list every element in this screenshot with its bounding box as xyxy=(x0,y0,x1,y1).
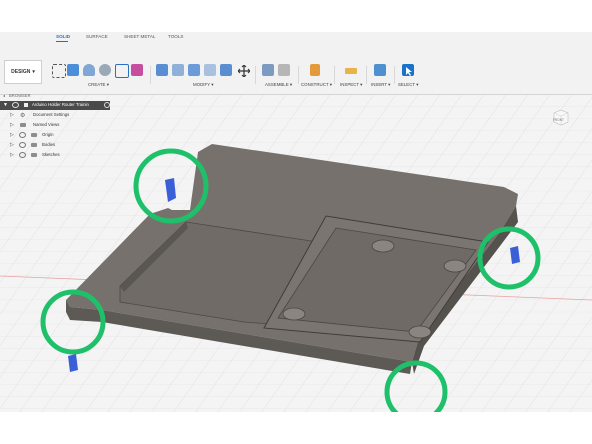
browser-item-named-views[interactable]: ▷ Named Views xyxy=(0,121,118,130)
construct-group-label[interactable]: CONSTRUCT ▾ xyxy=(301,82,332,88)
align-icon[interactable] xyxy=(220,64,232,76)
active-tab-indicator xyxy=(56,41,68,42)
expand-arrow-icon[interactable]: ▷ xyxy=(10,112,14,118)
workspace-label: DESIGN xyxy=(11,69,31,75)
divider xyxy=(255,66,256,84)
offset-plane-icon[interactable] xyxy=(310,64,320,76)
activate-radio-icon[interactable] xyxy=(104,102,110,108)
divider xyxy=(298,66,299,84)
folder-icon xyxy=(20,123,26,127)
divider xyxy=(334,66,335,84)
fillet-icon[interactable] xyxy=(172,64,184,76)
collapse-icon[interactable]: ◂ xyxy=(3,93,5,98)
browser-item-label: Document Settings xyxy=(33,112,70,117)
viewcube[interactable]: FRONT xyxy=(551,107,571,127)
expand-arrow-icon[interactable]: ▷ xyxy=(10,122,14,128)
shell-icon[interactable] xyxy=(204,64,216,76)
chamfer-icon[interactable] xyxy=(188,64,200,76)
peg-bottom-right xyxy=(408,325,432,339)
tab-sheet-metal[interactable]: SHEET METAL xyxy=(124,34,155,39)
new-component-icon[interactable] xyxy=(52,64,66,78)
select-group-label[interactable]: SELECT ▾ xyxy=(398,82,418,88)
expand-arrow-icon[interactable]: ▷ xyxy=(10,132,14,138)
joint-icon[interactable] xyxy=(262,64,274,76)
browser-item-label: Sketches xyxy=(42,152,60,157)
revolve-icon[interactable] xyxy=(99,64,111,76)
as-built-joint-icon[interactable] xyxy=(278,64,290,76)
peg-top-right xyxy=(443,259,467,273)
folder-icon xyxy=(31,143,37,147)
viewcube-face-label: FRONT xyxy=(553,118,564,122)
sketch-icon[interactable] xyxy=(67,64,79,76)
bottom-white-band xyxy=(0,412,592,444)
fusion-app-window: DESIGN ▾ SOLID SURFACE SHEET METAL TOOLS… xyxy=(0,32,592,412)
divider xyxy=(150,66,151,84)
visibility-eye-icon[interactable] xyxy=(19,152,26,158)
browser-item-label: Bodies xyxy=(42,142,56,147)
browser-header[interactable]: ◂ BROWSER xyxy=(0,92,118,100)
browser-item-label: Origin xyxy=(42,132,54,137)
inspect-group-label[interactable]: INSPECT ▾ xyxy=(340,82,362,88)
measure-icon[interactable] xyxy=(345,68,357,74)
create-group-label[interactable]: CREATE ▾ xyxy=(88,82,109,88)
browser-item-origin[interactable]: ▷ Origin xyxy=(0,131,118,140)
browser-root[interactable]: ▼ Arduino Holder Router Trainin xyxy=(0,101,110,110)
browser-item-document-settings[interactable]: ▷ ⚙ Document Settings xyxy=(0,111,118,120)
insert-image-icon[interactable] xyxy=(374,64,386,76)
divider xyxy=(394,66,395,84)
sweep-icon[interactable] xyxy=(115,64,129,78)
document-icon xyxy=(24,103,28,107)
assemble-group-label[interactable]: ASSEMBLE ▾ xyxy=(265,82,292,88)
gear-icon: ⚙ xyxy=(20,113,26,119)
chevron-down-icon: ▾ xyxy=(32,69,35,75)
visibility-eye-icon[interactable] xyxy=(19,132,26,138)
visibility-eye-icon[interactable] xyxy=(19,142,26,148)
expand-arrow-icon[interactable]: ▼ xyxy=(3,102,8,108)
browser-item-sketches[interactable]: ▷ Sketches xyxy=(0,151,118,160)
modify-group-label[interactable]: MODIFY ▾ xyxy=(193,82,213,88)
tab-solid[interactable]: SOLID xyxy=(56,34,70,39)
browser-item-label: Named Views xyxy=(33,122,60,127)
expand-arrow-icon[interactable]: ▷ xyxy=(10,152,14,158)
select-arrow-icon[interactable] xyxy=(402,64,414,76)
divider xyxy=(366,66,367,84)
peg-bottom-left xyxy=(282,307,306,321)
peg-top-left xyxy=(371,239,395,253)
browser-item-bodies[interactable]: ▷ Bodies xyxy=(0,141,118,150)
folder-icon xyxy=(31,153,37,157)
press-pull-icon[interactable] xyxy=(156,64,168,76)
tab-tools[interactable]: TOOLS xyxy=(168,34,184,39)
root-label: Arduino Holder Router Trainin xyxy=(32,102,89,107)
workspace-switcher[interactable]: DESIGN ▾ xyxy=(4,60,42,84)
insert-group-label[interactable]: INSERT ▾ xyxy=(371,82,390,88)
pattern-icon[interactable] xyxy=(131,64,143,76)
browser-title: BROWSER xyxy=(9,93,31,98)
folder-icon xyxy=(31,133,37,137)
visibility-eye-icon[interactable] xyxy=(12,102,19,108)
top-white-band xyxy=(0,0,592,32)
expand-arrow-icon[interactable]: ▷ xyxy=(10,142,14,148)
tab-surface[interactable]: SURFACE xyxy=(86,34,108,39)
move-icon[interactable] xyxy=(237,64,251,78)
extrude-icon[interactable] xyxy=(83,64,95,76)
ribbon-toolbar: DESIGN ▾ SOLID SURFACE SHEET METAL TOOLS… xyxy=(0,32,592,95)
